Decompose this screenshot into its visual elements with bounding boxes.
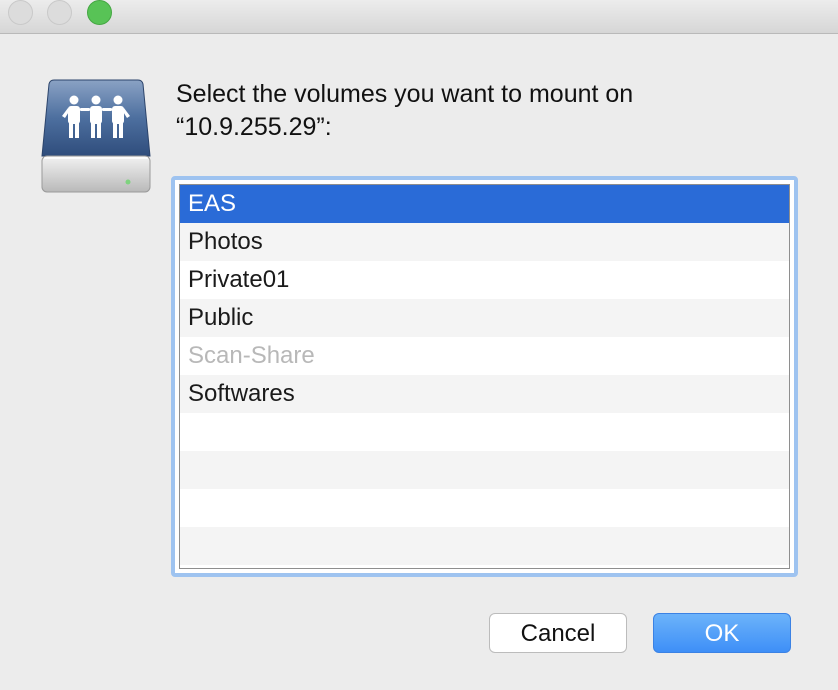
volume-row-empty (180, 489, 789, 527)
volume-row: Scan-Share (188, 342, 315, 369)
volume-row[interactable]: Public (180, 299, 789, 337)
volumes-list-rows: EAS Photos Private01 Public Scan-Share Softwa… (179, 184, 790, 569)
volume-row-empty (180, 413, 789, 451)
minimize-button[interactable] (47, 0, 72, 25)
close-button[interactable] (8, 0, 33, 25)
prompt-line-1: Select the volumes you want to mount on (176, 80, 634, 108)
volume-row[interactable]: Softwares (180, 375, 789, 413)
volume-row[interactable]: Photos (180, 223, 789, 261)
volume-row[interactable]: Private01 (180, 261, 789, 299)
mount-prompt: Select the volumes you want to mount on … (176, 78, 796, 144)
volume-row[interactable]: EAS (180, 185, 789, 223)
cancel-button[interactable]: Cancel (489, 613, 627, 653)
network-server-drive-icon (40, 78, 152, 196)
window-titlebar (0, 0, 838, 34)
volume-row-empty (180, 451, 789, 489)
zoom-button[interactable] (87, 0, 112, 25)
prompt-server-address: “10.9.255.29”: (176, 113, 332, 141)
ok-button[interactable]: OK (653, 613, 791, 653)
volume-row-empty (180, 527, 789, 565)
volumes-list[interactable]: EAS Photos Private01 Public Scan-Share Softwa… (171, 176, 798, 577)
